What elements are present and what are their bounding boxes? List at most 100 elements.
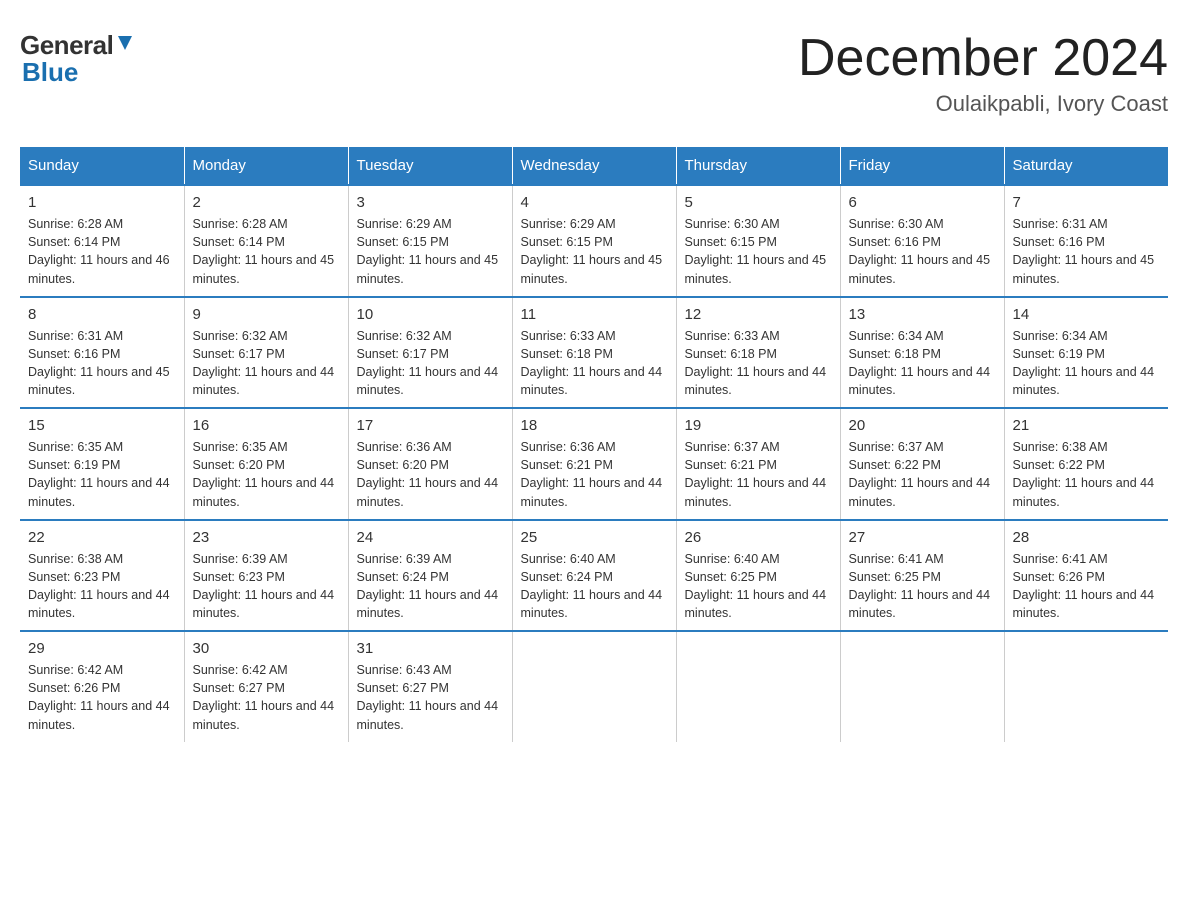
logo: General Blue	[20, 30, 137, 88]
calendar-cell	[1004, 631, 1168, 742]
calendar-cell: 12 Sunrise: 6:33 AMSunset: 6:18 PMDayligh…	[676, 297, 840, 409]
day-number: 21	[1013, 417, 1161, 434]
calendar-cell: 31Sunrise: 6:43 AMSunset: 6:27 PMDayligh…	[348, 631, 512, 742]
calendar-week-row: 22Sunrise: 6:38 AMSunset: 6:23 PMDayligh…	[20, 520, 1168, 632]
day-number: 19	[685, 417, 832, 434]
calendar-cell: 9 Sunrise: 6:32 AMSunset: 6:17 PMDaylight…	[184, 297, 348, 409]
title-area: December 2024 Oulaikpabli, Ivory Coast	[798, 30, 1168, 117]
calendar-header-tuesday: Tuesday	[348, 147, 512, 185]
day-info: Sunrise: 6:35 AMSunset: 6:19 PMDaylight:…	[28, 438, 176, 511]
day-number: 24	[357, 529, 504, 546]
calendar-cell	[840, 631, 1004, 742]
calendar-cell: 21 Sunrise: 6:38 AMSunset: 6:22 PMDayligh…	[1004, 408, 1168, 520]
day-info: Sunrise: 6:38 AMSunset: 6:23 PMDaylight:…	[28, 550, 176, 623]
calendar-cell: 29Sunrise: 6:42 AMSunset: 6:26 PMDayligh…	[20, 631, 184, 742]
calendar-week-row: 8 Sunrise: 6:31 AMSunset: 6:16 PMDaylight…	[20, 297, 1168, 409]
day-number: 7	[1013, 194, 1161, 211]
day-number: 11	[521, 306, 668, 323]
calendar-header-row: SundayMondayTuesdayWednesdayThursdayFrid…	[20, 147, 1168, 185]
day-info: Sunrise: 6:38 AMSunset: 6:22 PMDaylight:…	[1013, 438, 1161, 511]
day-number: 9	[193, 306, 340, 323]
day-number: 23	[193, 529, 340, 546]
calendar-cell: 23 Sunrise: 6:39 AMSunset: 6:23 PMDayligh…	[184, 520, 348, 632]
day-number: 12	[685, 306, 832, 323]
day-number: 27	[849, 529, 996, 546]
page-title: December 2024	[798, 30, 1168, 87]
logo-arrow-icon	[114, 32, 136, 60]
day-number: 31	[357, 640, 504, 657]
day-number: 29	[28, 640, 176, 657]
calendar-week-row: 29Sunrise: 6:42 AMSunset: 6:26 PMDayligh…	[20, 631, 1168, 742]
calendar-header-wednesday: Wednesday	[512, 147, 676, 185]
day-number: 8	[28, 306, 176, 323]
calendar-header-friday: Friday	[840, 147, 1004, 185]
day-info: Sunrise: 6:42 AMSunset: 6:27 PMDaylight:…	[193, 661, 340, 734]
day-number: 6	[849, 194, 996, 211]
calendar-cell: 13 Sunrise: 6:34 AMSunset: 6:18 PMDayligh…	[840, 297, 1004, 409]
day-info: Sunrise: 6:29 AMSunset: 6:15 PMDaylight:…	[357, 215, 504, 288]
day-info: Sunrise: 6:33 AMSunset: 6:18 PMDaylight:…	[685, 327, 832, 400]
calendar-cell: 11Sunrise: 6:33 AMSunset: 6:18 PMDayligh…	[512, 297, 676, 409]
calendar-cell: 22Sunrise: 6:38 AMSunset: 6:23 PMDayligh…	[20, 520, 184, 632]
day-info: Sunrise: 6:39 AMSunset: 6:24 PMDaylight:…	[357, 550, 504, 623]
day-number: 18	[521, 417, 668, 434]
calendar-cell: 26 Sunrise: 6:40 AMSunset: 6:25 PMDayligh…	[676, 520, 840, 632]
day-info: Sunrise: 6:34 AMSunset: 6:19 PMDaylight:…	[1013, 327, 1161, 400]
day-info: Sunrise: 6:35 AMSunset: 6:20 PMDaylight:…	[193, 438, 340, 511]
day-info: Sunrise: 6:34 AMSunset: 6:18 PMDaylight:…	[849, 327, 996, 400]
day-number: 5	[685, 194, 832, 211]
calendar-cell: 30 Sunrise: 6:42 AMSunset: 6:27 PMDayligh…	[184, 631, 348, 742]
day-number: 10	[357, 306, 504, 323]
calendar-cell: 3Sunrise: 6:29 AMSunset: 6:15 PMDaylight…	[348, 185, 512, 297]
calendar-cell: 28Sunrise: 6:41 AMSunset: 6:26 PMDayligh…	[1004, 520, 1168, 632]
day-info: Sunrise: 6:32 AMSunset: 6:17 PMDaylight:…	[357, 327, 504, 400]
day-info: Sunrise: 6:30 AMSunset: 6:16 PMDaylight:…	[849, 215, 996, 288]
day-number: 16	[193, 417, 340, 434]
day-number: 30	[193, 640, 340, 657]
day-number: 26	[685, 529, 832, 546]
day-info: Sunrise: 6:41 AMSunset: 6:25 PMDaylight:…	[849, 550, 996, 623]
calendar-week-row: 1 Sunrise: 6:28 AMSunset: 6:14 PMDaylight…	[20, 185, 1168, 297]
calendar-cell: 8 Sunrise: 6:31 AMSunset: 6:16 PMDaylight…	[20, 297, 184, 409]
page-subtitle: Oulaikpabli, Ivory Coast	[798, 91, 1168, 117]
day-info: Sunrise: 6:39 AMSunset: 6:23 PMDaylight:…	[193, 550, 340, 623]
calendar-cell: 10 Sunrise: 6:32 AMSunset: 6:17 PMDayligh…	[348, 297, 512, 409]
day-number: 20	[849, 417, 996, 434]
day-number: 13	[849, 306, 996, 323]
calendar-header-saturday: Saturday	[1004, 147, 1168, 185]
calendar-cell: 6 Sunrise: 6:30 AMSunset: 6:16 PMDaylight…	[840, 185, 1004, 297]
day-info: Sunrise: 6:30 AMSunset: 6:15 PMDaylight:…	[685, 215, 832, 288]
calendar-cell: 17Sunrise: 6:36 AMSunset: 6:20 PMDayligh…	[348, 408, 512, 520]
day-info: Sunrise: 6:31 AMSunset: 6:16 PMDaylight:…	[28, 327, 176, 400]
calendar-week-row: 15 Sunrise: 6:35 AMSunset: 6:19 PMDayligh…	[20, 408, 1168, 520]
day-info: Sunrise: 6:36 AMSunset: 6:21 PMDaylight:…	[521, 438, 668, 511]
day-number: 15	[28, 417, 176, 434]
calendar-cell: 16 Sunrise: 6:35 AMSunset: 6:20 PMDayligh…	[184, 408, 348, 520]
day-info: Sunrise: 6:32 AMSunset: 6:17 PMDaylight:…	[193, 327, 340, 400]
day-number: 2	[193, 194, 340, 211]
day-info: Sunrise: 6:40 AMSunset: 6:24 PMDaylight:…	[521, 550, 668, 623]
calendar-cell: 15 Sunrise: 6:35 AMSunset: 6:19 PMDayligh…	[20, 408, 184, 520]
logo-blue-text: Blue	[22, 57, 78, 87]
calendar-cell	[676, 631, 840, 742]
calendar-header-monday: Monday	[184, 147, 348, 185]
day-info: Sunrise: 6:31 AMSunset: 6:16 PMDaylight:…	[1013, 215, 1161, 288]
calendar-cell: 5 Sunrise: 6:30 AMSunset: 6:15 PMDaylight…	[676, 185, 840, 297]
day-number: 28	[1013, 529, 1161, 546]
day-number: 17	[357, 417, 504, 434]
day-info: Sunrise: 6:37 AMSunset: 6:21 PMDaylight:…	[685, 438, 832, 511]
day-number: 25	[521, 529, 668, 546]
calendar-cell: 19 Sunrise: 6:37 AMSunset: 6:21 PMDayligh…	[676, 408, 840, 520]
day-number: 1	[28, 194, 176, 211]
calendar-cell: 24 Sunrise: 6:39 AMSunset: 6:24 PMDayligh…	[348, 520, 512, 632]
day-info: Sunrise: 6:40 AMSunset: 6:25 PMDaylight:…	[685, 550, 832, 623]
calendar-cell: 25 Sunrise: 6:40 AMSunset: 6:24 PMDayligh…	[512, 520, 676, 632]
calendar-cell: 7 Sunrise: 6:31 AMSunset: 6:16 PMDaylight…	[1004, 185, 1168, 297]
day-info: Sunrise: 6:29 AMSunset: 6:15 PMDaylight:…	[521, 215, 668, 288]
calendar-cell	[512, 631, 676, 742]
day-number: 4	[521, 194, 668, 211]
day-info: Sunrise: 6:28 AMSunset: 6:14 PMDaylight:…	[193, 215, 340, 288]
calendar-cell: 4 Sunrise: 6:29 AMSunset: 6:15 PMDaylight…	[512, 185, 676, 297]
calendar-cell: 2 Sunrise: 6:28 AMSunset: 6:14 PMDaylight…	[184, 185, 348, 297]
calendar-table: SundayMondayTuesdayWednesdayThursdayFrid…	[20, 147, 1168, 742]
